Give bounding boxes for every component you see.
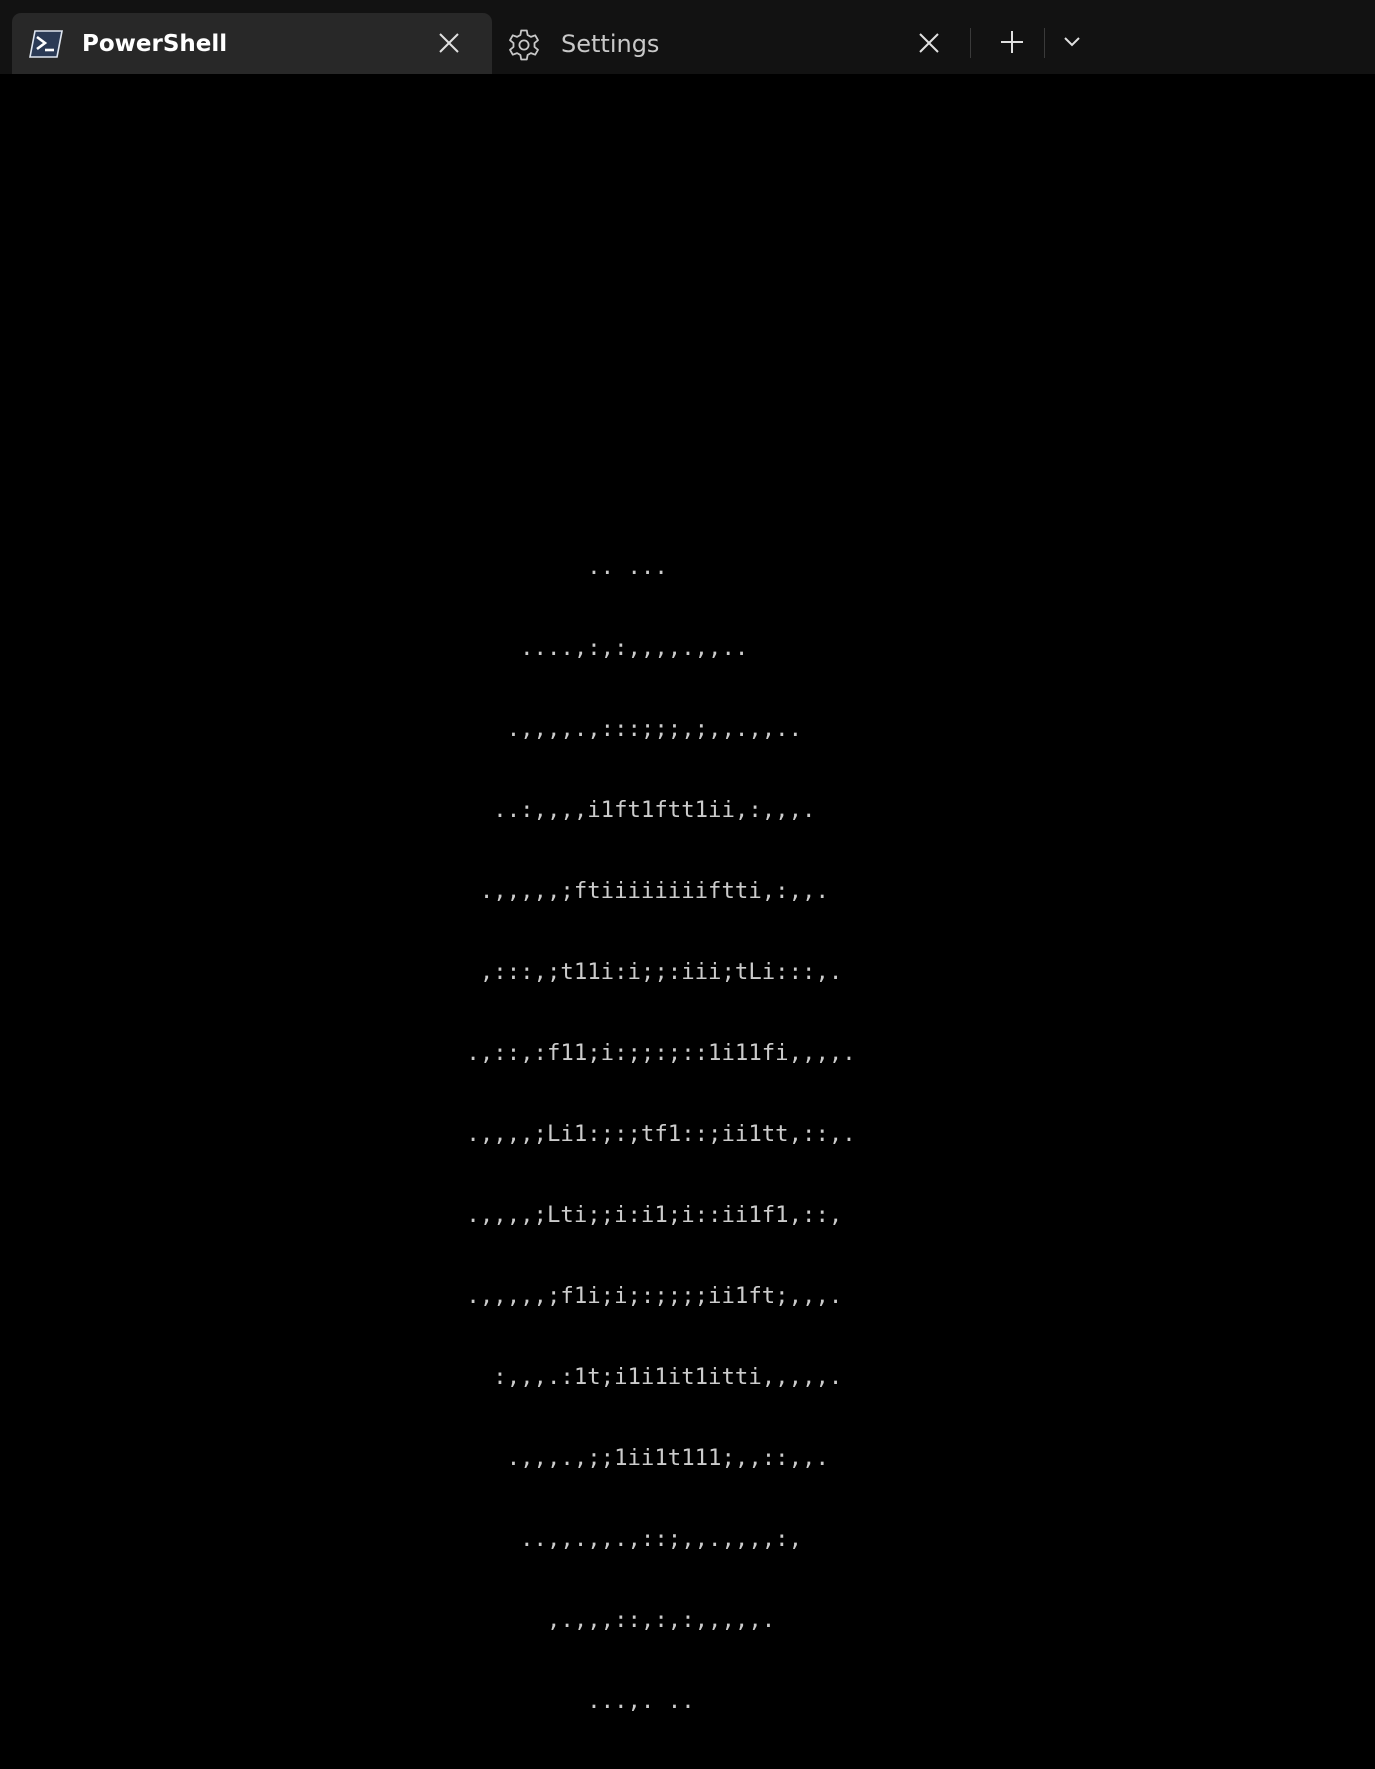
tab-settings[interactable]: Settings [493, 13, 965, 74]
terminal-output[interactable]: .. ... ....,:,:,,,,.,,.. .,,,,.,:::;;;,;… [0, 74, 1375, 1714]
ascii-line: .,::,:f11;i:;;:;::1i11fi,,,,. [453, 1040, 856, 1066]
ascii-line: ..:,,,,i1ft1ftt1ii,:,,,. [453, 797, 816, 823]
ascii-line: .,,,,,;ftiiiiiiiiftti,:,,. [453, 878, 829, 904]
tab-dropdown-button[interactable] [1054, 24, 1090, 60]
tab-label-powershell: PowerShell [82, 31, 228, 57]
close-icon[interactable] [916, 30, 942, 56]
ascii-line: .,,,,,;f1i;i;:;;;;ii1ft;,,,. [453, 1283, 843, 1309]
ascii-line: ,:::,;t11i:i;;:iii;tLi:::,. [453, 959, 843, 985]
ascii-line: .,,,,;Lti;;i:i1;i::ii1f1,::, [453, 1202, 843, 1228]
ascii-line: ...,. .. [453, 1688, 695, 1714]
tab-powershell[interactable]: PowerShell [12, 13, 492, 74]
powershell-icon [29, 28, 63, 60]
ascii-line: ..,,.,,.,::;,,.,,,,:, [453, 1526, 803, 1552]
ascii-line: ,.,,,::,:,:,,,,,. [453, 1607, 776, 1633]
ascii-line: .,,,,.,:::;;;,;,,.,,.. [453, 716, 803, 742]
chevron-down-icon [1064, 37, 1080, 47]
ascii-art: .. ... ....,:,:,,,,.,,.. .,,,,.,:::;;;,;… [453, 500, 873, 1769]
close-icon[interactable] [436, 30, 462, 56]
ascii-line: .,,,.,;;1ii1t111;,,::,,. [453, 1445, 829, 1471]
plus-icon [1001, 31, 1023, 53]
ascii-line: .. ... [453, 554, 668, 580]
tab-label-settings: Settings [561, 30, 660, 58]
ascii-line: .,,,,;Li1:;:;tf1::;ii1tt,::,. [453, 1121, 856, 1147]
title-bar: PowerShell Settings [0, 0, 1375, 74]
gear-icon [507, 28, 541, 61]
ascii-line: ....,:,:,,,,.,,.. [453, 635, 749, 661]
tab-divider [970, 28, 971, 58]
toolbar-divider [1044, 28, 1045, 58]
ascii-line: :,,,.:1t;i1i1it1itti,,,,,. [453, 1364, 843, 1390]
new-tab-button[interactable] [994, 24, 1030, 60]
